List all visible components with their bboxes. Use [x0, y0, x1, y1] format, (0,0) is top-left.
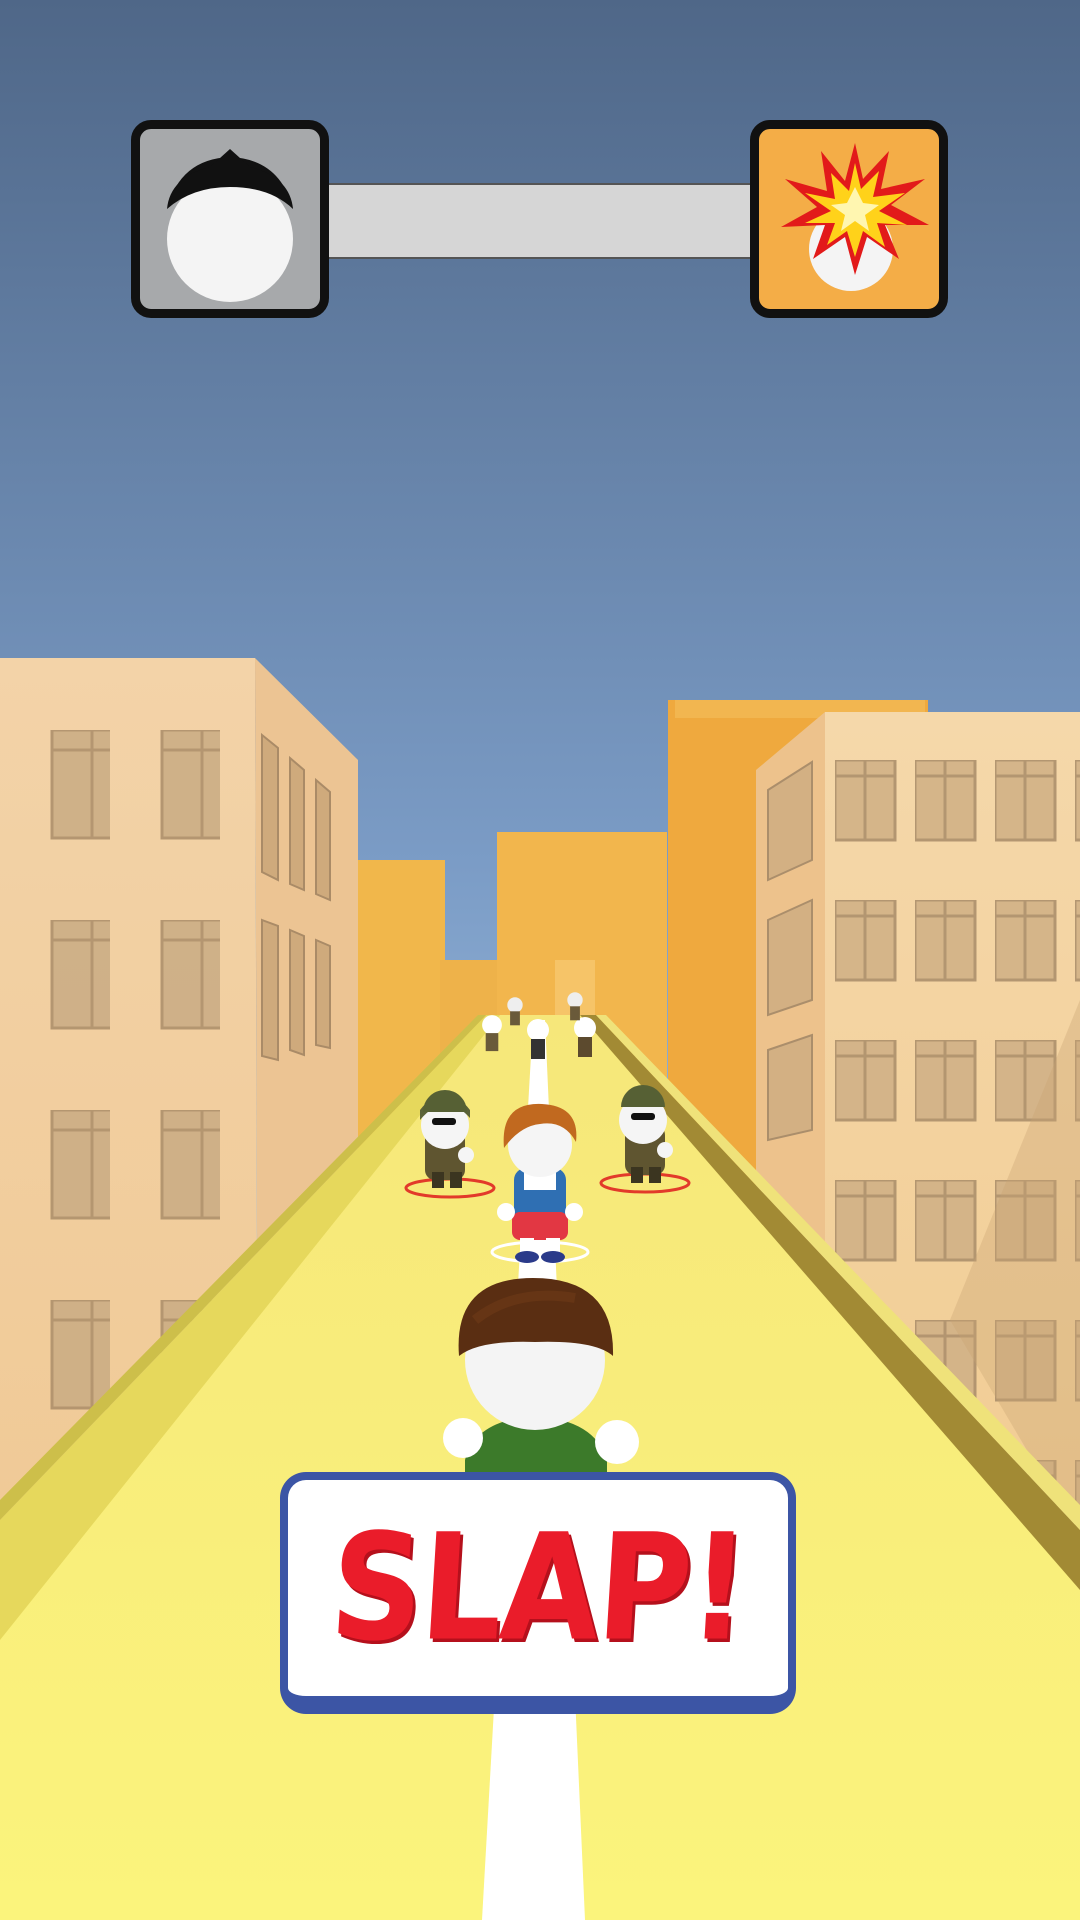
- goal-avatar-box: [750, 120, 948, 318]
- slap-button[interactable]: SLAP!: [280, 1472, 796, 1714]
- slap-button-label: SLAP!: [325, 1502, 751, 1674]
- start-avatar-box: [131, 120, 329, 318]
- player-head-icon: [167, 149, 293, 302]
- progress-bar: [320, 183, 760, 259]
- slapped-head-explosion-icon: [781, 143, 929, 291]
- level-progress-hud: [0, 0, 1080, 340]
